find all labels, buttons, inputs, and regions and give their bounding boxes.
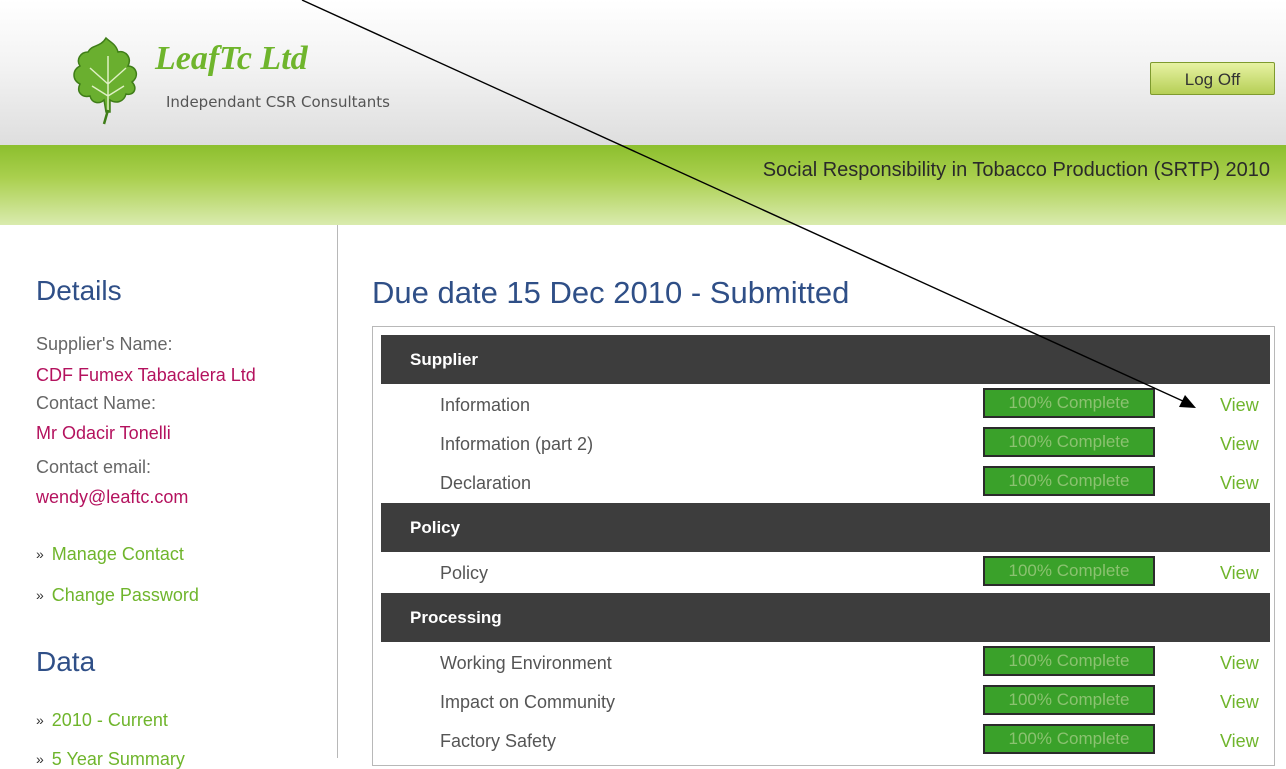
supplier-name-label: Supplier's Name: [36,334,173,354]
view-link[interactable]: View [1220,395,1259,416]
row-label: Information [440,395,531,415]
row-label: Working Environment [440,653,612,673]
row-label: Information (part 2) [440,434,594,454]
table-row: Information (part 2) 100% Complete View [381,424,1270,463]
progress-fill: 100% Complete [985,648,1153,674]
progress-fill: 100% Complete [985,468,1153,494]
contact-email-label: Contact email: [36,457,152,477]
view-link[interactable]: View [1220,563,1259,584]
data-link-label: 2010 - Current [51,710,168,730]
progress-fill: 100% Complete [985,558,1153,584]
progress-bar: 100% Complete [983,685,1155,715]
progress-fill: 100% Complete [985,687,1153,713]
progress-bar: 100% Complete [983,646,1155,676]
section-header-policy: Policy [381,503,1270,552]
progress-status: 100% Complete [1008,471,1130,490]
double-chevron-icon: » [36,712,44,728]
table-row: Working Environment 100% Complete View [381,643,1270,682]
row-label: Declaration [440,473,532,493]
section-title: Policy [410,518,461,537]
data-link-2010-current[interactable]: » 2010 - Current [36,711,168,729]
change-password-link[interactable]: » Change Password [36,586,199,604]
contact-name-label: Contact Name: [36,393,157,413]
data-link-5-year-summary[interactable]: » 5 Year Summary [36,750,185,768]
leaf-logo-icon [73,36,138,125]
double-chevron-icon: » [36,751,44,767]
table-row: Factory Safety 100% Complete View [381,721,1270,760]
double-chevron-icon: » [36,587,44,603]
sections-table: Supplier Information 100% Complete View … [372,326,1275,766]
double-chevron-icon: » [36,546,44,562]
section-title: Processing [410,608,502,627]
view-link[interactable]: View [1220,473,1259,494]
progress-bar: 100% Complete [983,466,1155,496]
data-heading: Data [36,646,96,677]
contact-email-value: wendy@leaftc.com [36,487,189,507]
table-row: Impact on Community 100% Complete View [381,682,1270,721]
table-row: Declaration 100% Complete View [381,463,1270,502]
contact-name-value: Mr Odacir Tonelli [36,423,171,443]
section-header-supplier: Supplier [381,335,1270,384]
log-off-button[interactable]: Log Off [1150,62,1275,95]
supplier-name-value: CDF Fumex Tabacalera Ltd [36,365,256,385]
data-link-label: 5 Year Summary [51,749,185,769]
progress-status: 100% Complete [1008,690,1130,709]
view-link[interactable]: View [1220,653,1259,674]
row-label: Factory Safety [440,731,557,751]
table-row: Policy 100% Complete View [381,553,1270,592]
manage-contact-link[interactable]: » Manage Contact [36,545,184,563]
section-title: Supplier [410,350,479,369]
manage-contact-label: Manage Contact [51,544,184,564]
progress-status: 100% Complete [1008,393,1130,412]
row-label: Impact on Community [440,692,616,712]
banner-title: Social Responsibility in Tobacco Product… [762,159,1270,181]
view-link[interactable]: View [1220,692,1259,713]
progress-bar: 100% Complete [983,388,1155,418]
table-row: Information 100% Complete View [381,385,1270,424]
sidebar-divider [337,225,338,758]
progress-status: 100% Complete [1008,432,1130,451]
page-banner: Social Responsibility in Tobacco Product… [0,145,1286,225]
details-heading: Details [36,275,122,306]
progress-status: 100% Complete [1008,651,1130,670]
site-header: LeafTc Ltd Independant CSR Consultants L… [0,0,1286,145]
progress-fill: 100% Complete [985,390,1153,416]
change-password-label: Change Password [51,585,199,605]
progress-status: 100% Complete [1008,729,1130,748]
progress-bar: 100% Complete [983,724,1155,754]
view-link[interactable]: View [1220,731,1259,752]
progress-status: 100% Complete [1008,561,1130,580]
page-title: Due date 15 Dec 2010 - Submitted [372,275,850,310]
progress-fill: 100% Complete [985,429,1153,455]
progress-bar: 100% Complete [983,556,1155,586]
brand-tagline: Independant CSR Consultants [166,93,390,111]
progress-fill: 100% Complete [985,726,1153,752]
view-link[interactable]: View [1220,434,1259,455]
row-label: Policy [440,563,489,583]
progress-bar: 100% Complete [983,427,1155,457]
brand-name: LeafTc Ltd [155,40,308,77]
section-header-processing: Processing [381,593,1270,642]
